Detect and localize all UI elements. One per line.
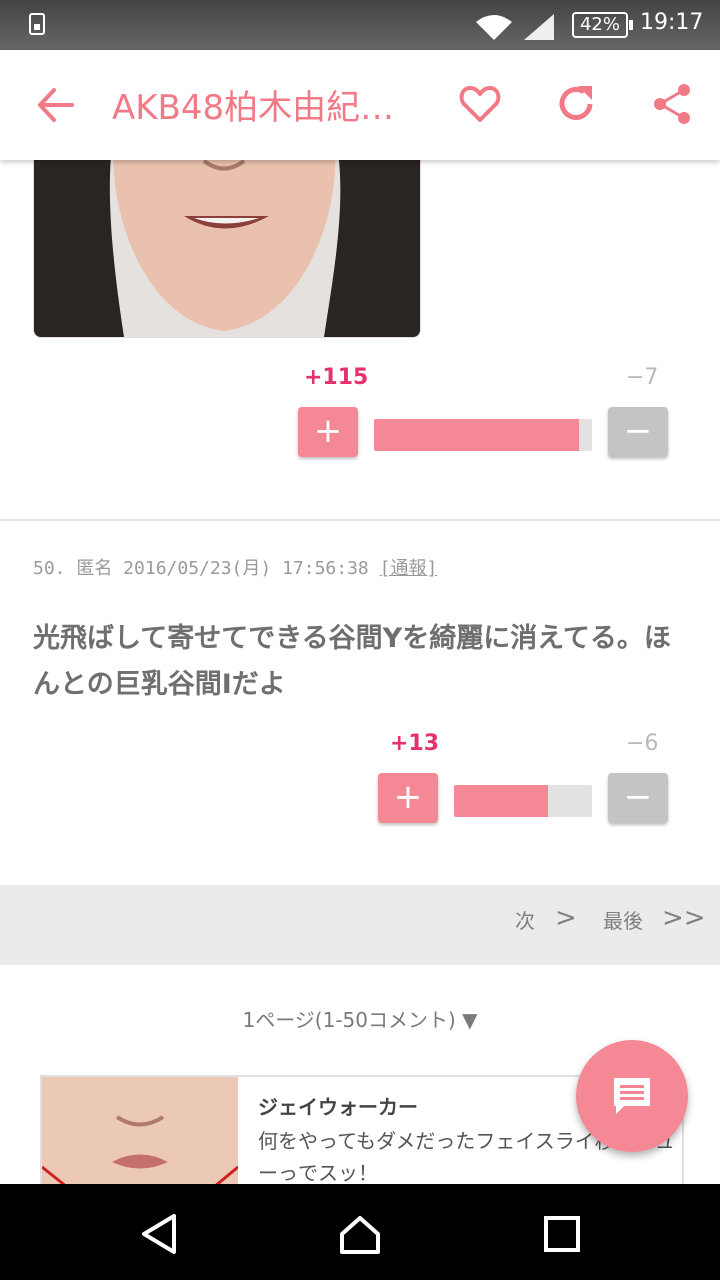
report-link[interactable]: [通報] xyxy=(380,558,438,579)
divider xyxy=(0,519,720,521)
comment-fab[interactable] xyxy=(576,1040,688,1152)
ad-title: ジェイウォーカー xyxy=(258,1095,418,1119)
plus-count: +13 xyxy=(390,731,440,756)
comment-meta: 50. 匿名 2016/05/23(月) 17:56:38 [通報] xyxy=(33,554,437,580)
next-page-link[interactable]: 次 xyxy=(515,905,535,934)
vote-ratio-fill xyxy=(454,785,548,817)
page-selector[interactable]: 1ページ(1-50コメント) ▼ xyxy=(0,1004,720,1033)
navigation-bar xyxy=(0,1184,720,1280)
minus-vote-button[interactable]: − xyxy=(608,407,668,457)
minus-vote-button[interactable]: − xyxy=(608,773,668,823)
share-icon[interactable] xyxy=(650,82,694,126)
plus-count: +115 xyxy=(304,365,369,390)
comment-body: 光飛ばして寄せてできる谷間Yを綺麗に消えてる。ほんとの巨乳谷間Iだよ xyxy=(33,623,671,700)
comment-image[interactable] xyxy=(33,130,421,338)
comment-meta-text: 50. 匿名 2016/05/23(月) 17:56:38 xyxy=(33,558,380,579)
double-chevron-right-icon[interactable]: >> xyxy=(662,903,706,933)
battery-level: 42% xyxy=(579,14,620,35)
chevron-right-icon[interactable]: > xyxy=(555,903,577,933)
last-page-link[interactable]: 最後 xyxy=(603,905,643,934)
back-arrow-icon[interactable] xyxy=(32,82,78,128)
vote-ratio-fill xyxy=(374,419,579,451)
ad-thumbnail xyxy=(42,1077,238,1197)
home-icon[interactable] xyxy=(338,1212,382,1256)
recents-icon[interactable] xyxy=(540,1212,584,1256)
minus-count: −6 xyxy=(626,731,659,756)
clock: 19:17 xyxy=(640,10,704,35)
comment-icon xyxy=(614,1078,650,1114)
page-title: AKB48柏木由紀… xyxy=(112,88,395,128)
vote-ratio-bar xyxy=(454,785,592,817)
sim-icon xyxy=(29,13,45,35)
pager: 次 > 最後 >> xyxy=(0,885,720,965)
minus-count: −7 xyxy=(626,365,659,390)
battery-icon: 42% xyxy=(572,12,633,38)
plus-vote-button[interactable]: + xyxy=(298,407,358,457)
app-bar: AKB48柏木由紀… xyxy=(0,50,720,160)
back-triangle-icon[interactable] xyxy=(138,1212,182,1256)
vote-ratio-bar xyxy=(374,419,592,451)
plus-vote-button[interactable]: + xyxy=(378,773,438,823)
face-photo xyxy=(34,131,420,337)
signal-icon xyxy=(524,14,554,40)
refresh-icon[interactable] xyxy=(554,82,598,126)
status-bar: 42% 19:17 xyxy=(0,0,720,50)
wifi-icon xyxy=(476,15,512,40)
heart-icon[interactable] xyxy=(458,82,502,126)
